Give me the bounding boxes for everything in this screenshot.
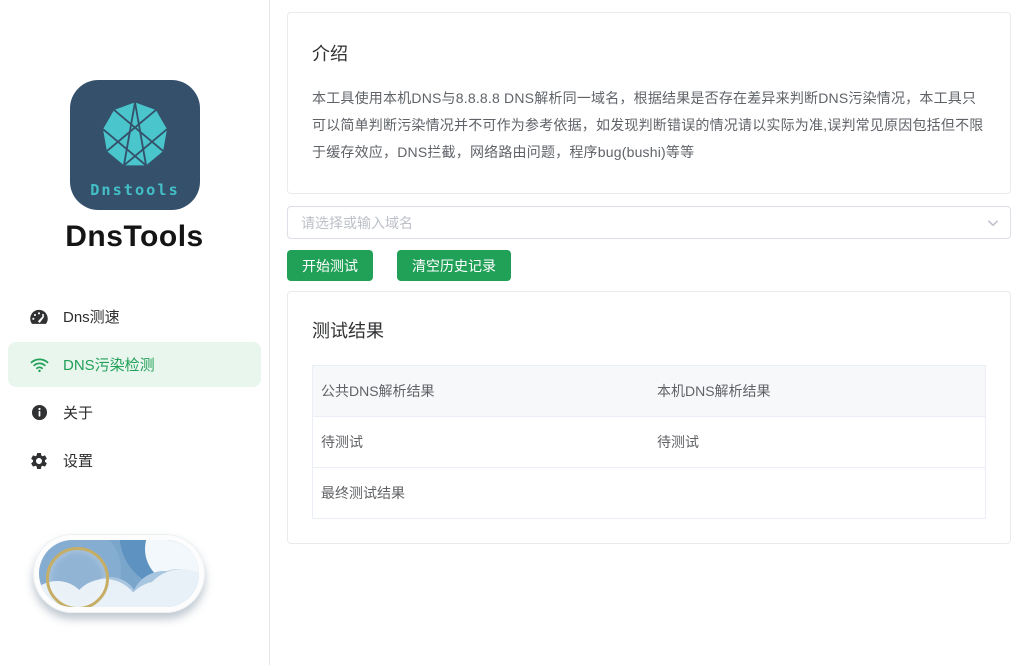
gear-icon [28,451,50,471]
sidebar: Dnstools DnsTools [0,0,270,665]
info-circle-icon [28,403,50,422]
table-row: 待测试 待测试 [313,417,986,468]
final-result: 最终测试结果 [313,468,986,519]
sidebar-item-dns-speed[interactable]: Dns测速 [8,294,261,339]
logo-text: Dnstools [90,181,180,199]
theme-toggle-sky [39,540,199,607]
app-window: Dnstools DnsTools [0,0,1025,665]
public-dns-header: 公共DNS解析结果 [313,366,650,417]
actions-row: 开始测试 清空历史记录 [287,250,1011,281]
start-test-button[interactable]: 开始测试 [287,250,373,281]
intro-card: 介绍 本工具使用本机DNS与8.8.8.8 DNS解析同一域名，根据结果是否存在… [287,12,1011,194]
intro-body: 本工具使用本机DNS与8.8.8.8 DNS解析同一域名，根据结果是否存在差异来… [312,85,986,166]
table-row: 最终测试结果 [313,468,986,519]
table-header-row: 公共DNS解析结果 本机DNS解析结果 [313,366,986,417]
sidebar-item-about[interactable]: 关于 [8,390,261,435]
local-dns-header: 本机DNS解析结果 [649,366,986,417]
results-title: 测试结果 [312,317,986,343]
clear-history-button[interactable]: 清空历史记录 [397,250,511,281]
app-logo: Dnstools [70,80,200,210]
sidebar-item-dns-pollution[interactable]: DNS污染检测 [8,342,261,387]
speed-gauge-icon [28,307,50,327]
sidebar-item-label: 关于 [63,402,93,423]
sidebar-item-label: 设置 [63,450,93,471]
local-dns-result: 待测试 [649,417,986,468]
theme-toggle[interactable] [33,534,205,613]
sidebar-item-settings[interactable]: 设置 [8,438,261,483]
chevron-down-icon [986,216,1000,235]
domain-select-input[interactable] [288,215,1010,231]
sidebar-item-label: DNS污染检测 [63,354,155,375]
results-card: 测试结果 公共DNS解析结果 本机DNS解析结果 待测试 待测试 最终测试结果 [287,291,1011,544]
theme-toggle-knob[interactable] [46,547,109,607]
intro-title: 介绍 [312,40,986,66]
app-title: DnsTools [65,220,203,254]
sidebar-item-label: Dns测速 [63,306,120,327]
sidebar-nav: Dns测速 DNS污染检测 [0,294,269,486]
public-dns-result: 待测试 [313,417,650,468]
domain-select[interactable] [287,206,1011,239]
wifi-icon [28,354,50,375]
results-table: 公共DNS解析结果 本机DNS解析结果 待测试 待测试 最终测试结果 [312,365,986,519]
main-content: 介绍 本工具使用本机DNS与8.8.8.8 DNS解析同一域名，根据结果是否存在… [270,0,1025,665]
dnstools-logo-icon: Dnstools [70,80,200,210]
